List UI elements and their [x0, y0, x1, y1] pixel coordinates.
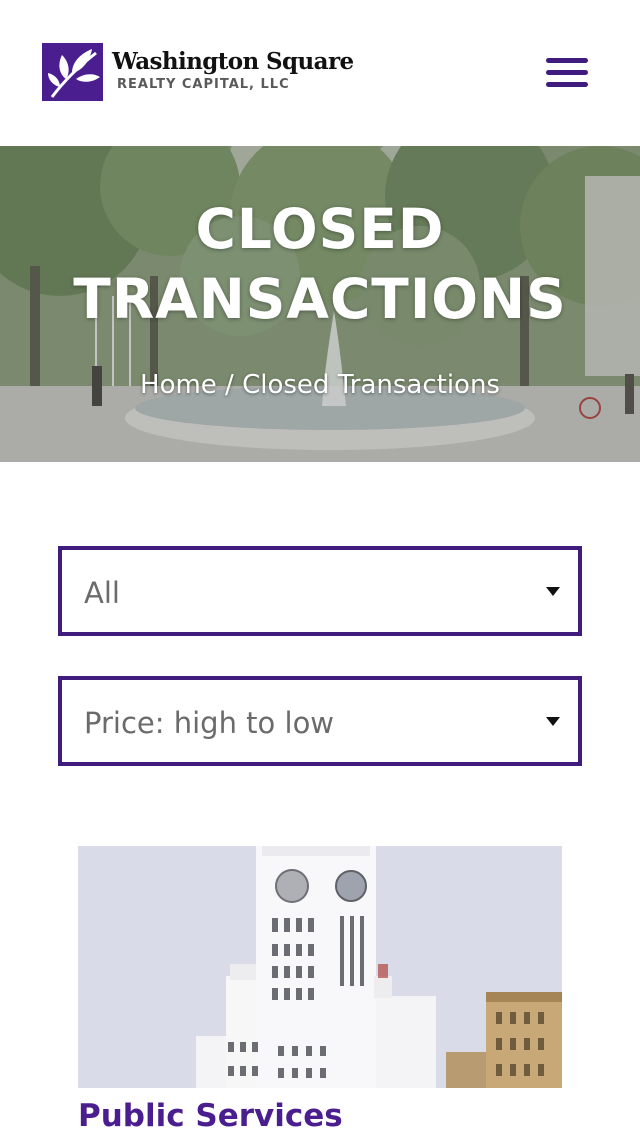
category-filter-select[interactable]: All	[58, 546, 582, 636]
clock-tower-building-image	[78, 846, 562, 1088]
category-filter-value: All	[84, 576, 120, 610]
sort-order-select[interactable]: Price: high to low	[58, 676, 582, 766]
chevron-down-icon	[546, 587, 560, 596]
breadcrumb-separator: /	[216, 370, 243, 400]
breadcrumb: Home / Closed Transactions	[0, 370, 640, 400]
brand-logo[interactable]: Washington Square REALTY CAPITAL, LLC	[42, 43, 354, 101]
page-title-line2: TRANSACTIONS	[73, 267, 567, 331]
breadcrumb-current: Closed Transactions	[242, 370, 500, 400]
property-image[interactable]	[78, 846, 562, 1088]
site-header: Washington Square REALTY CAPITAL, LLC	[0, 0, 640, 146]
brand-name: Washington Square	[112, 48, 354, 75]
brand-subtitle: REALTY CAPITAL, LLC	[117, 77, 290, 92]
hamburger-menu-icon[interactable]	[546, 58, 588, 88]
transaction-card[interactable]: Public Services	[78, 846, 562, 1134]
chevron-down-icon	[546, 717, 560, 726]
hero-banner: CLOSED TRANSACTIONS Home / Closed Transa…	[0, 146, 640, 462]
breadcrumb-home-link[interactable]: Home	[140, 370, 217, 400]
leaf-icon	[42, 43, 103, 101]
page-title: CLOSED TRANSACTIONS	[0, 194, 640, 334]
transaction-title[interactable]: Public Services	[78, 1098, 562, 1134]
page-title-line1: CLOSED	[195, 197, 445, 261]
sort-order-value: Price: high to low	[84, 706, 335, 740]
